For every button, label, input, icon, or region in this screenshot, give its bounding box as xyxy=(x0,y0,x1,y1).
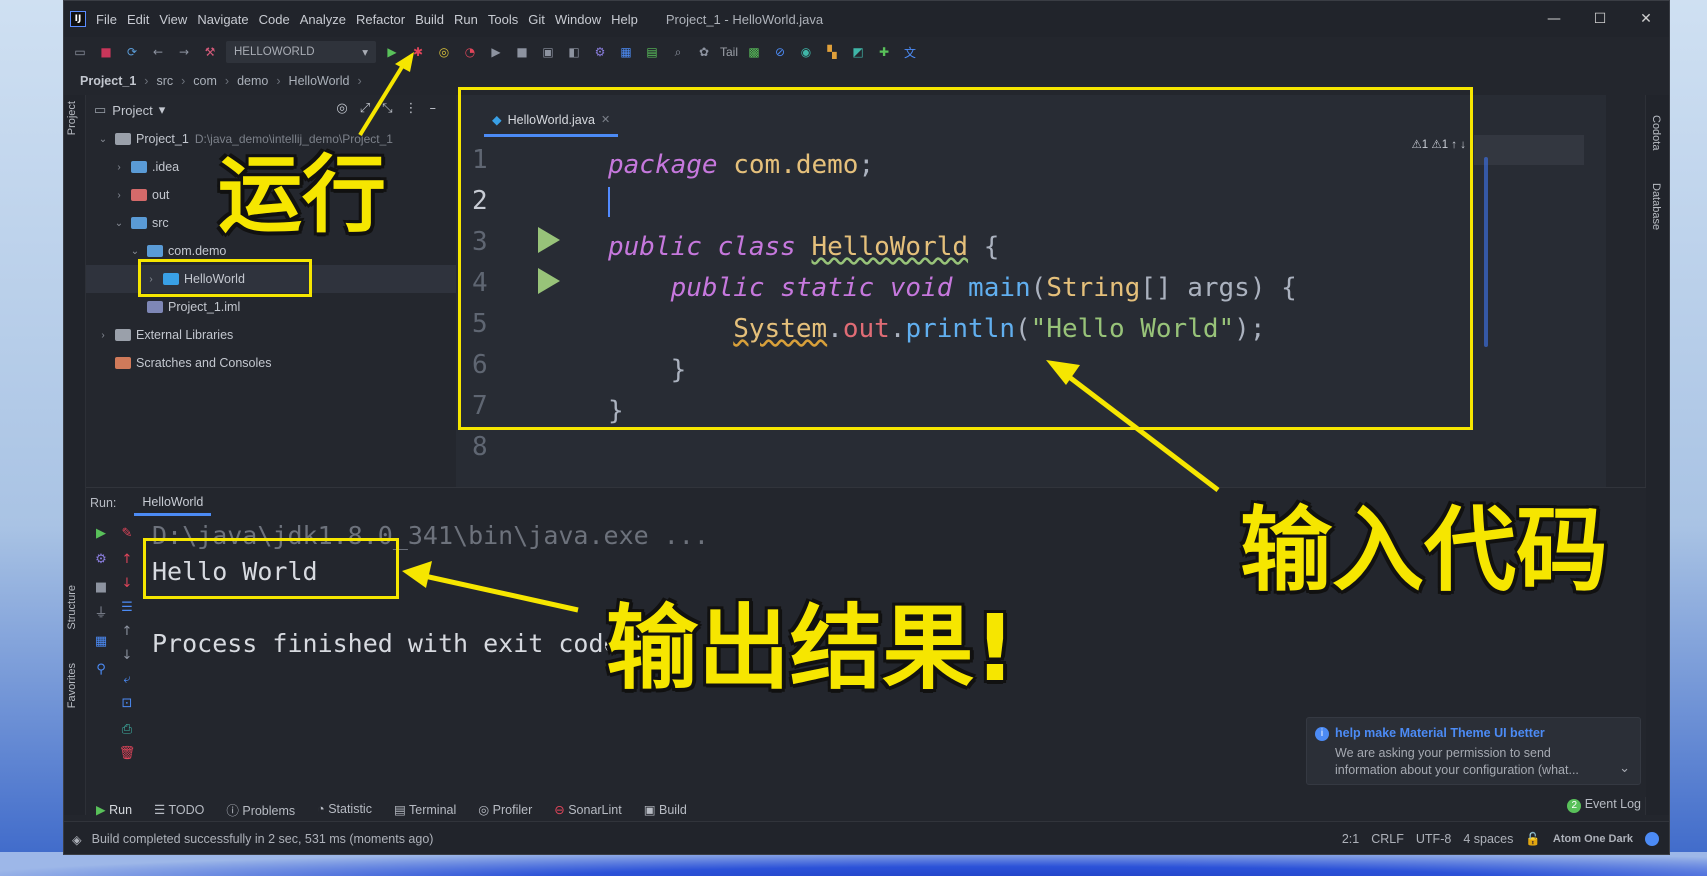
run-arrow xyxy=(358,60,407,137)
output-arrow-head xyxy=(402,561,432,588)
input-code-annotation: 输入代码 xyxy=(1240,497,1609,604)
run-annotation: 运行 xyxy=(218,146,387,244)
run-arrow-head xyxy=(395,52,414,72)
output-arrow xyxy=(419,572,579,613)
output-annotation: 输出结果! xyxy=(606,595,1016,702)
code-arrow xyxy=(1058,368,1220,492)
